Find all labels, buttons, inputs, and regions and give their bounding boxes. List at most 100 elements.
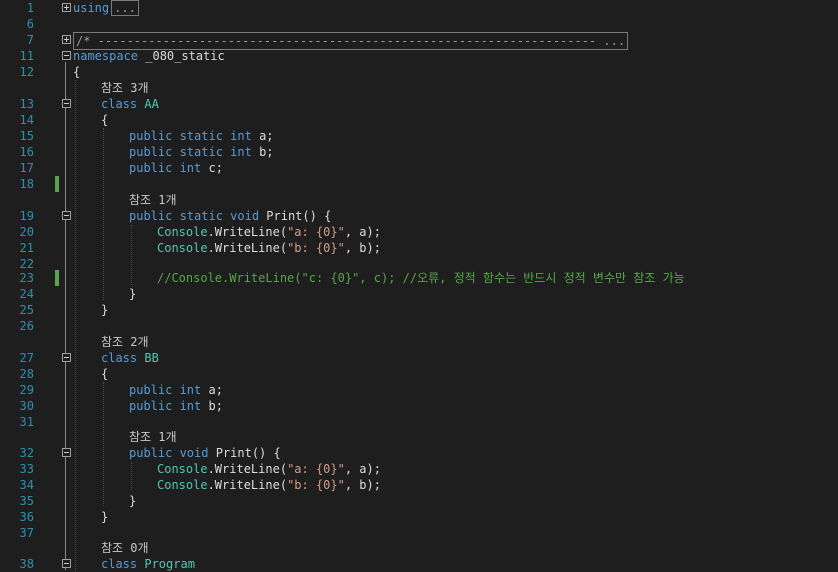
field-name: a; [201, 383, 223, 397]
class-keyword: class [101, 351, 138, 365]
code-line: 37 [0, 525, 838, 541]
static-keyword: static [172, 145, 223, 159]
code-line: 27 class BB [0, 350, 838, 366]
line-number: 31 [19, 415, 34, 429]
public-keyword: public [129, 209, 173, 223]
string-literal: "b: {0}" [287, 478, 345, 492]
method-call: .WriteLine( [207, 478, 288, 492]
error-comment: //Console.WriteLine("c: {0}", c); //오류, … [157, 271, 685, 285]
code-line: 14 { [0, 112, 838, 128]
line-number: 18 [19, 177, 34, 191]
int-keyword: int [172, 383, 202, 397]
console-class: Console [157, 225, 208, 239]
line-number: 38 [19, 557, 34, 571]
method-call: .WriteLine( [207, 225, 288, 239]
code-line: 17 public int c; [0, 160, 838, 176]
line-number: 26 [19, 319, 34, 333]
line-number: 11 [19, 49, 34, 63]
class-name-program: Program [137, 557, 195, 571]
collapsed-region-using[interactable]: ... [111, 0, 139, 16]
line-number: 37 [19, 526, 34, 540]
void-keyword: void [172, 446, 209, 460]
void-keyword: void [222, 209, 260, 223]
code-line: 30 public int b; [0, 398, 838, 414]
class-keyword: class [101, 97, 138, 111]
call-args: , b); [344, 478, 381, 492]
code-line: 15 public static int a; [0, 128, 838, 144]
code-line: 21 Console.WriteLine("b: {0}", b); [0, 240, 838, 256]
code-line: 36 } [0, 509, 838, 525]
namespace-keyword: namespace [73, 49, 139, 63]
code-line: 13 class AA [0, 96, 838, 112]
code-line: 38 class Program [0, 556, 838, 571]
code-line: 16 public static int b; [0, 144, 838, 160]
code-line: 11 namespace _080_static [0, 48, 838, 64]
line-number: 12 [19, 65, 34, 79]
line-number: 14 [19, 113, 34, 127]
using-keyword: using [73, 1, 110, 15]
close-brace: } [129, 494, 137, 508]
code-line: 19 public static void Print() { [0, 208, 838, 224]
reference-count-link[interactable]: 참조 1개 [129, 193, 177, 207]
line-number: 16 [19, 145, 34, 159]
codelens-line: 참조 1개 [0, 429, 838, 445]
line-number: 7 [26, 33, 34, 47]
collapse-toggle-icon[interactable] [62, 99, 71, 108]
code-line: 26 [0, 318, 838, 334]
code-line: 31 [0, 414, 838, 430]
code-line: 12 { [0, 64, 838, 80]
line-number: 1 [26, 1, 34, 15]
line-number: 23 [19, 271, 34, 285]
int-keyword: int [172, 161, 202, 175]
line-number: 34 [19, 478, 34, 492]
line-number: 21 [19, 241, 34, 255]
line-number: 19 [19, 209, 34, 223]
collapse-toggle-icon[interactable] [62, 559, 71, 568]
call-args: , a); [344, 462, 381, 476]
console-class: Console [157, 478, 208, 492]
reference-count-link[interactable]: 참조 0개 [101, 541, 149, 555]
int-keyword: int [172, 399, 202, 413]
int-keyword: int [222, 145, 252, 159]
code-line: 28 { [0, 366, 838, 382]
method-signature: Print() { [208, 446, 281, 460]
collapse-toggle-icon[interactable] [62, 211, 71, 220]
code-line: 32 public void Print() { [0, 445, 838, 461]
reference-count-link[interactable]: 참조 1개 [129, 430, 177, 444]
reference-count-link[interactable]: 참조 2개 [101, 335, 149, 349]
public-keyword: public [129, 161, 173, 175]
method-signature: Print() { [259, 209, 332, 223]
int-keyword: int [222, 129, 252, 143]
code-line: 35 } [0, 493, 838, 509]
collapse-toggle-icon[interactable] [62, 448, 71, 457]
class-keyword: class [101, 557, 138, 571]
codelens-line: 참조 3개 [0, 80, 838, 96]
code-line: 18 [0, 176, 838, 192]
public-keyword: public [129, 399, 173, 413]
static-keyword: static [172, 129, 223, 143]
field-name: b; [251, 145, 274, 159]
class-name-aa: AA [137, 97, 159, 111]
close-brace: } [101, 303, 109, 317]
reference-count-link[interactable]: 참조 3개 [101, 81, 149, 95]
console-class: Console [157, 462, 208, 476]
line-number: 24 [19, 287, 34, 301]
line-number: 35 [19, 494, 34, 508]
class-name-bb: BB [137, 351, 159, 365]
collapse-toggle-icon[interactable] [62, 51, 71, 60]
line-number: 36 [19, 510, 34, 524]
codelens-line: 참조 1개 [0, 192, 838, 208]
public-keyword: public [129, 446, 173, 460]
expand-toggle-icon[interactable] [62, 3, 71, 12]
close-brace: } [129, 287, 137, 301]
string-literal: "a: {0}" [287, 225, 345, 239]
code-line: 7 /* -----------------------------------… [0, 32, 838, 50]
collapse-toggle-icon[interactable] [62, 353, 71, 362]
open-brace: { [101, 367, 109, 381]
code-editor[interactable]: 1 using... 6 7 /* ----------------------… [0, 0, 838, 571]
console-class: Console [157, 241, 208, 255]
expand-toggle-icon[interactable] [62, 35, 71, 44]
open-brace: { [73, 65, 81, 79]
codelens-line: 참조 2개 [0, 334, 838, 350]
line-number: 27 [19, 351, 34, 365]
